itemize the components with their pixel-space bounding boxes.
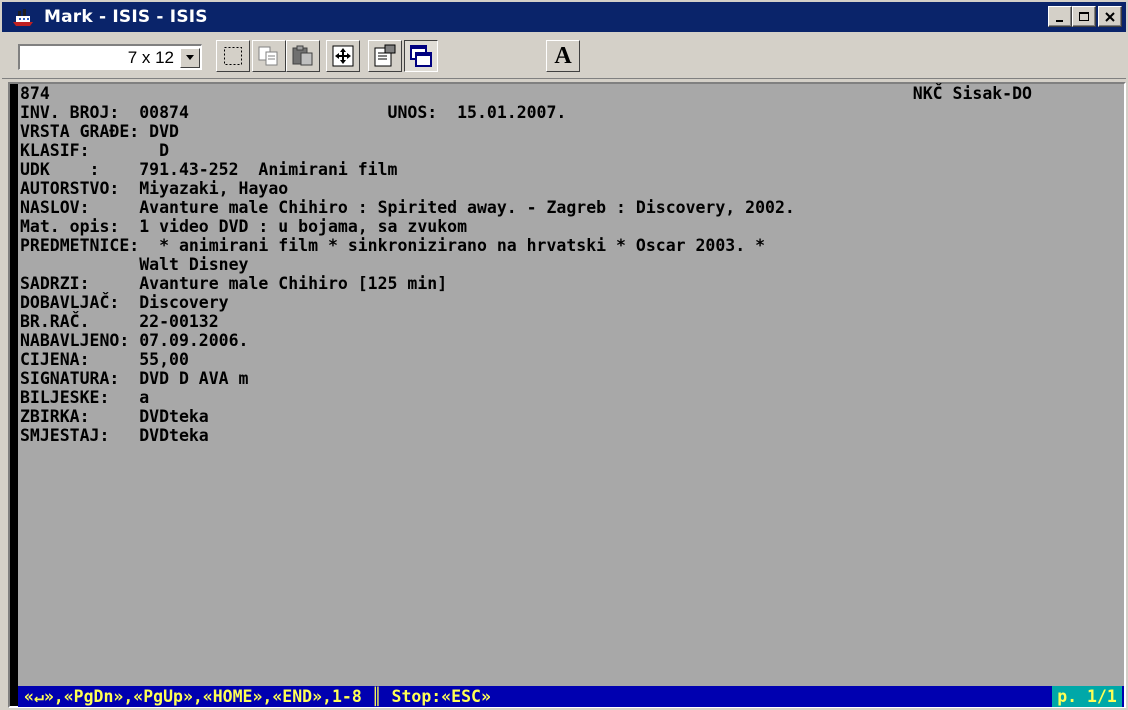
maximize-icon bbox=[1079, 11, 1089, 21]
window-title: Mark - ISIS - ISIS bbox=[44, 7, 208, 27]
record-line: CIJENA: 55,00 bbox=[20, 350, 189, 369]
record-line: VRSTA GRAĐE: DVD bbox=[20, 122, 179, 141]
close-icon bbox=[1105, 11, 1115, 22]
dropdown-button[interactable] bbox=[180, 47, 200, 68]
title-bar[interactable]: Mark - ISIS - ISIS bbox=[2, 2, 1126, 32]
minimize-icon bbox=[1056, 19, 1063, 22]
record-line: Mat. opis: 1 video DVD : u bojama, sa zv… bbox=[20, 217, 468, 236]
console-output[interactable]: 874 NKČ Sisak-DO INV. BROJ: 00874 UNOS: … bbox=[18, 84, 1124, 706]
copy-button[interactable] bbox=[252, 40, 286, 72]
maximize-button[interactable] bbox=[1072, 6, 1096, 27]
minimize-button[interactable] bbox=[1048, 6, 1072, 27]
status-bar: «↵»,«PgDn»,«PgUp»,«HOME»,«END»,1-8 ║ Sto… bbox=[18, 686, 1124, 707]
record-line: BILJESKE: a bbox=[20, 388, 150, 407]
record-line: BR.RAČ. 22-00132 bbox=[20, 312, 219, 331]
chevron-down-icon bbox=[186, 54, 194, 60]
font-size-value: 7 x 12 bbox=[127, 47, 174, 67]
background-icon bbox=[410, 45, 432, 67]
font-icon: A bbox=[554, 42, 572, 69]
font-size-select[interactable]: 7 x 12 bbox=[18, 44, 202, 70]
record-line: AUTORSTVO: Miyazaki, Hayao bbox=[20, 179, 289, 198]
font-button[interactable]: A bbox=[546, 40, 580, 72]
record-number: 874 bbox=[20, 84, 50, 103]
record-line: ZBIRKA: DVDteka bbox=[20, 407, 209, 426]
key-hints: «↵»,«PgDn»,«PgUp»,«HOME»,«END»,1-8 ║ Sto… bbox=[24, 687, 491, 706]
record-line: SADRZI: Avanture male Chihiro [125 min] bbox=[20, 274, 448, 293]
page-indicator: p. 1/1 bbox=[1052, 686, 1122, 707]
record-line: KLASIF: D bbox=[20, 141, 170, 160]
app-window: Mark - ISIS - ISIS 7 x 12 A 874 NKČ Sisa… bbox=[0, 0, 1128, 710]
record-line: SIGNATURA: DVD D AVA m bbox=[20, 369, 249, 388]
record-line: UDK : 791.43-252 Animirani film bbox=[20, 160, 398, 179]
fullscreen-button[interactable] bbox=[326, 40, 360, 72]
paste-button[interactable] bbox=[286, 40, 320, 72]
fullscreen-icon bbox=[332, 45, 354, 67]
library-name: NKČ Sisak-DO bbox=[912, 84, 1032, 103]
record-line: INV. BROJ: 00874 UNOS: 15.01.2007. bbox=[20, 103, 567, 122]
copy-icon bbox=[258, 46, 278, 66]
record-line: Walt Disney bbox=[20, 255, 249, 274]
record-line: DOBAVLJAČ: Discovery bbox=[20, 293, 229, 312]
record-line: NASLOV: Avanture male Chihiro : Spirited… bbox=[20, 198, 795, 217]
properties-icon bbox=[374, 44, 396, 67]
toolbar: 7 x 12 A bbox=[2, 34, 1126, 79]
close-button[interactable] bbox=[1098, 6, 1122, 27]
paste-icon bbox=[292, 45, 313, 66]
ship-icon bbox=[10, 5, 38, 29]
mark-icon bbox=[224, 47, 242, 65]
mark-button[interactable] bbox=[216, 40, 250, 72]
record-line: SMJESTAJ: DVDteka bbox=[20, 426, 209, 445]
record-line: PREDMETNICE: * animirani film * sinkroni… bbox=[20, 236, 766, 255]
background-button[interactable] bbox=[404, 40, 438, 72]
record-line: NABAVLJENO: 07.09.2006. bbox=[20, 331, 249, 350]
properties-button[interactable] bbox=[368, 40, 402, 72]
